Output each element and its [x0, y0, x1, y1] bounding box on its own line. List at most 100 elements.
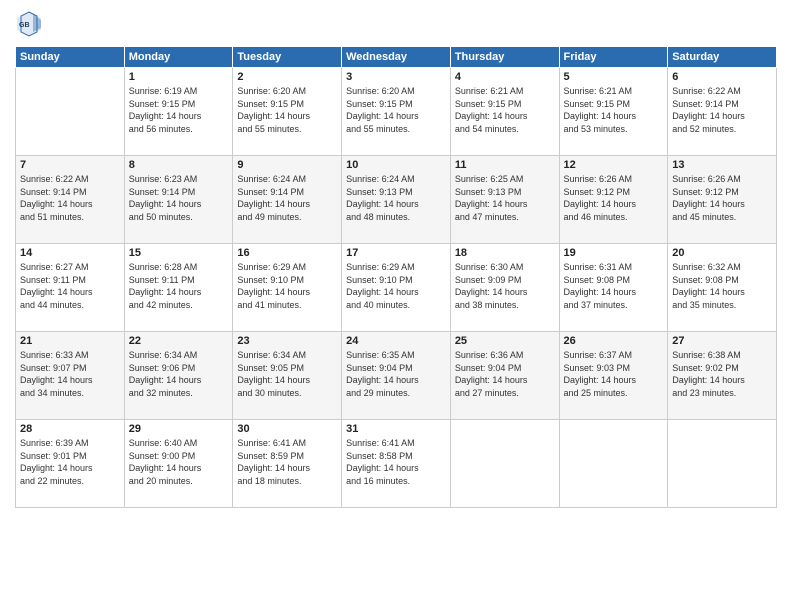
day-number: 29	[129, 423, 229, 435]
daylight-label: Daylight: 14 hours	[346, 375, 419, 385]
daylight-label: Daylight: 14 hours	[129, 111, 202, 121]
day-info: Sunrise: 6:20 AM Sunset: 9:15 PM Dayligh…	[237, 85, 337, 135]
day-number: 14	[20, 247, 120, 259]
day-number: 7	[20, 159, 120, 171]
daylight-label: Daylight: 14 hours	[672, 199, 745, 209]
day-info: Sunrise: 6:28 AM Sunset: 9:11 PM Dayligh…	[129, 261, 229, 311]
daylight-label: Daylight: 14 hours	[455, 111, 528, 121]
sunset-label: Sunset: 9:00 PM	[129, 451, 196, 461]
day-number: 30	[237, 423, 337, 435]
day-number: 10	[346, 159, 446, 171]
calendar-day-cell: 17 Sunrise: 6:29 AM Sunset: 9:10 PM Dayl…	[342, 244, 451, 332]
day-info: Sunrise: 6:26 AM Sunset: 9:12 PM Dayligh…	[672, 173, 772, 223]
sunrise-label: Sunrise: 6:34 AM	[129, 350, 198, 360]
sunset-label: Sunset: 9:14 PM	[20, 187, 87, 197]
day-info: Sunrise: 6:24 AM Sunset: 9:13 PM Dayligh…	[346, 173, 446, 223]
day-info: Sunrise: 6:41 AM Sunset: 8:59 PM Dayligh…	[237, 437, 337, 487]
day-number: 9	[237, 159, 337, 171]
calendar-week-row: 28 Sunrise: 6:39 AM Sunset: 9:01 PM Dayl…	[16, 420, 777, 508]
sunrise-label: Sunrise: 6:20 AM	[237, 86, 306, 96]
sunset-label: Sunset: 9:15 PM	[237, 99, 304, 109]
day-info: Sunrise: 6:25 AM Sunset: 9:13 PM Dayligh…	[455, 173, 555, 223]
day-number: 23	[237, 335, 337, 347]
calendar-day-cell: 23 Sunrise: 6:34 AM Sunset: 9:05 PM Dayl…	[233, 332, 342, 420]
sunrise-label: Sunrise: 6:34 AM	[237, 350, 306, 360]
daylight-label: Daylight: 14 hours	[237, 111, 310, 121]
calendar-day-cell: 13 Sunrise: 6:26 AM Sunset: 9:12 PM Dayl…	[668, 156, 777, 244]
sunrise-label: Sunrise: 6:32 AM	[672, 262, 741, 272]
sunset-label: Sunset: 9:15 PM	[455, 99, 522, 109]
day-number: 4	[455, 71, 555, 83]
calendar-day-cell: 9 Sunrise: 6:24 AM Sunset: 9:14 PM Dayli…	[233, 156, 342, 244]
sunrise-label: Sunrise: 6:22 AM	[672, 86, 741, 96]
day-header: Friday	[559, 47, 668, 68]
daylight-label: Daylight: 14 hours	[129, 199, 202, 209]
sunset-label: Sunset: 9:04 PM	[455, 363, 522, 373]
sunrise-label: Sunrise: 6:21 AM	[455, 86, 524, 96]
calendar-day-cell: 5 Sunrise: 6:21 AM Sunset: 9:15 PM Dayli…	[559, 68, 668, 156]
daylight-minutes: and 29 minutes.	[346, 388, 410, 398]
day-number: 8	[129, 159, 229, 171]
day-header: Wednesday	[342, 47, 451, 68]
day-number: 28	[20, 423, 120, 435]
sunrise-label: Sunrise: 6:26 AM	[564, 174, 633, 184]
calendar-day-cell: 24 Sunrise: 6:35 AM Sunset: 9:04 PM Dayl…	[342, 332, 451, 420]
sunset-label: Sunset: 8:58 PM	[346, 451, 413, 461]
sunset-label: Sunset: 9:05 PM	[237, 363, 304, 373]
sunrise-label: Sunrise: 6:30 AM	[455, 262, 524, 272]
sunrise-label: Sunrise: 6:24 AM	[237, 174, 306, 184]
daylight-label: Daylight: 14 hours	[564, 111, 637, 121]
daylight-label: Daylight: 14 hours	[455, 375, 528, 385]
sunrise-label: Sunrise: 6:29 AM	[237, 262, 306, 272]
sunset-label: Sunset: 9:03 PM	[564, 363, 631, 373]
calendar-day-cell: 8 Sunrise: 6:23 AM Sunset: 9:14 PM Dayli…	[124, 156, 233, 244]
daylight-minutes: and 37 minutes.	[564, 300, 628, 310]
day-info: Sunrise: 6:38 AM Sunset: 9:02 PM Dayligh…	[672, 349, 772, 399]
day-info: Sunrise: 6:34 AM Sunset: 9:06 PM Dayligh…	[129, 349, 229, 399]
logo-icon: GB	[15, 10, 43, 38]
daylight-minutes: and 56 minutes.	[129, 124, 193, 134]
calendar-day-cell: 31 Sunrise: 6:41 AM Sunset: 8:58 PM Dayl…	[342, 420, 451, 508]
day-number: 20	[672, 247, 772, 259]
sunset-label: Sunset: 9:08 PM	[672, 275, 739, 285]
sunset-label: Sunset: 9:14 PM	[672, 99, 739, 109]
calendar-day-cell: 2 Sunrise: 6:20 AM Sunset: 9:15 PM Dayli…	[233, 68, 342, 156]
calendar-week-row: 1 Sunrise: 6:19 AM Sunset: 9:15 PM Dayli…	[16, 68, 777, 156]
day-info: Sunrise: 6:27 AM Sunset: 9:11 PM Dayligh…	[20, 261, 120, 311]
daylight-label: Daylight: 14 hours	[346, 463, 419, 473]
sunset-label: Sunset: 9:07 PM	[20, 363, 87, 373]
calendar-day-cell: 26 Sunrise: 6:37 AM Sunset: 9:03 PM Dayl…	[559, 332, 668, 420]
daylight-label: Daylight: 14 hours	[455, 199, 528, 209]
daylight-minutes: and 50 minutes.	[129, 212, 193, 222]
sunrise-label: Sunrise: 6:33 AM	[20, 350, 89, 360]
day-info: Sunrise: 6:34 AM Sunset: 9:05 PM Dayligh…	[237, 349, 337, 399]
sunset-label: Sunset: 9:12 PM	[672, 187, 739, 197]
sunset-label: Sunset: 9:15 PM	[129, 99, 196, 109]
day-info: Sunrise: 6:21 AM Sunset: 9:15 PM Dayligh…	[455, 85, 555, 135]
daylight-minutes: and 47 minutes.	[455, 212, 519, 222]
calendar-day-cell: 10 Sunrise: 6:24 AM Sunset: 9:13 PM Dayl…	[342, 156, 451, 244]
day-number: 27	[672, 335, 772, 347]
calendar-day-cell	[450, 420, 559, 508]
day-header: Sunday	[16, 47, 125, 68]
daylight-label: Daylight: 14 hours	[455, 287, 528, 297]
day-info: Sunrise: 6:21 AM Sunset: 9:15 PM Dayligh…	[564, 85, 664, 135]
sunrise-label: Sunrise: 6:23 AM	[129, 174, 198, 184]
calendar-week-row: 7 Sunrise: 6:22 AM Sunset: 9:14 PM Dayli…	[16, 156, 777, 244]
calendar-day-cell: 1 Sunrise: 6:19 AM Sunset: 9:15 PM Dayli…	[124, 68, 233, 156]
daylight-minutes: and 27 minutes.	[455, 388, 519, 398]
sunrise-label: Sunrise: 6:35 AM	[346, 350, 415, 360]
sunset-label: Sunset: 9:11 PM	[20, 275, 86, 285]
day-header: Saturday	[668, 47, 777, 68]
daylight-label: Daylight: 14 hours	[20, 463, 93, 473]
daylight-minutes: and 55 minutes.	[237, 124, 301, 134]
daylight-minutes: and 41 minutes.	[237, 300, 301, 310]
sunrise-label: Sunrise: 6:26 AM	[672, 174, 741, 184]
day-number: 5	[564, 71, 664, 83]
sunrise-label: Sunrise: 6:36 AM	[455, 350, 524, 360]
daylight-minutes: and 44 minutes.	[20, 300, 84, 310]
sunset-label: Sunset: 9:11 PM	[129, 275, 195, 285]
sunset-label: Sunset: 9:14 PM	[129, 187, 196, 197]
daylight-label: Daylight: 14 hours	[564, 375, 637, 385]
sunset-label: Sunset: 9:02 PM	[672, 363, 739, 373]
